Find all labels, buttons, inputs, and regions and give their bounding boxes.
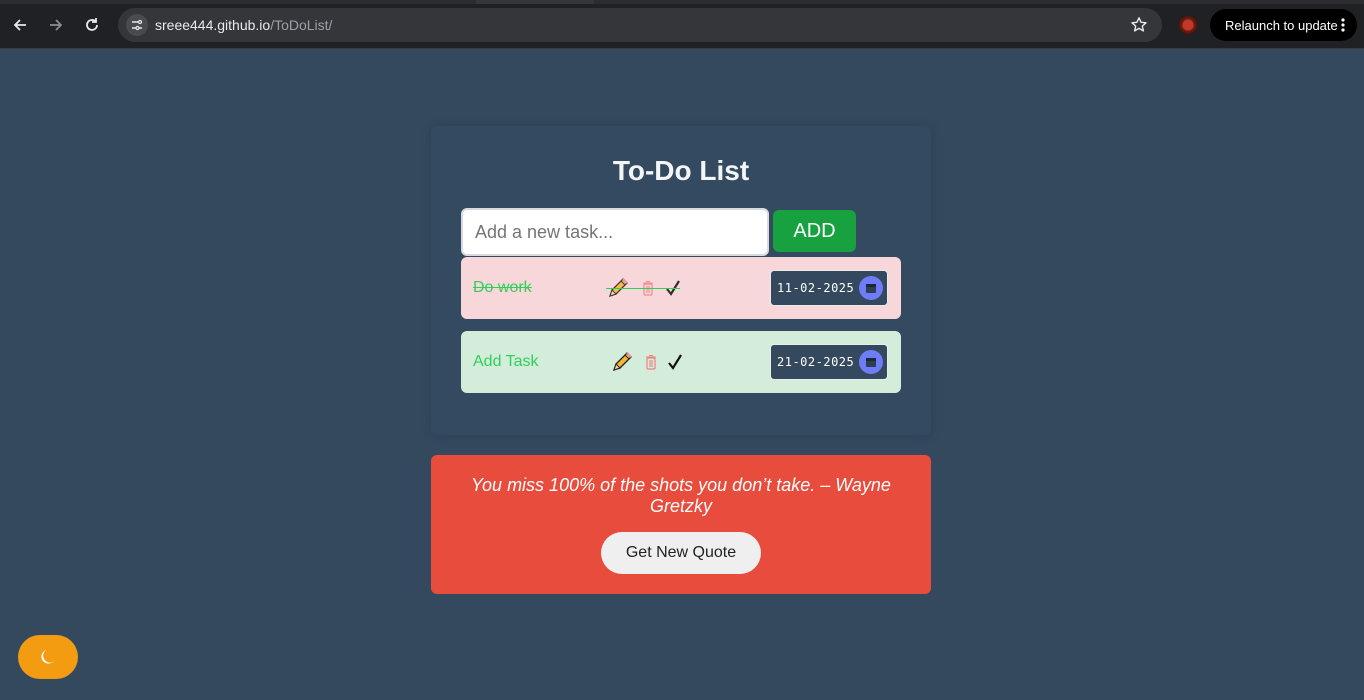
tab-strip: [0, 0, 1364, 4]
site-info-icon: [132, 19, 143, 31]
check-icon: [668, 354, 682, 370]
extension-icon[interactable]: [1178, 15, 1198, 35]
url-text: sreee444.github.io/ToDoList/: [155, 17, 332, 33]
task-item-completed[interactable]: Do work 11-02-2025: [461, 257, 901, 319]
url-path: /ToDoList/: [270, 17, 333, 33]
browser-toolbar: sreee444.github.io/ToDoList/ Relaunch to…: [0, 0, 1364, 49]
url-host: sreee444.github.io: [155, 17, 271, 33]
calendar-icon: [866, 358, 876, 367]
forward-icon: [50, 19, 63, 31]
reload-button[interactable]: [79, 12, 105, 38]
new-quote-button[interactable]: Get New Quote: [601, 532, 761, 574]
back-button[interactable]: [7, 12, 33, 38]
pencil-icon: [612, 352, 632, 372]
site-info-button[interactable]: [126, 14, 148, 36]
forward-button[interactable]: [43, 12, 69, 38]
back-icon: [13, 19, 26, 31]
completed-strikethrough: [606, 288, 680, 289]
theme-toggle-button[interactable]: [18, 635, 78, 679]
date-picker-button[interactable]: [859, 350, 883, 374]
task-text: Add Task: [473, 353, 539, 370]
delete-button[interactable]: [645, 354, 657, 370]
calendar-icon: [866, 284, 876, 293]
more-vert-icon[interactable]: [1341, 18, 1345, 32]
due-date-value: 11-02-2025: [777, 281, 855, 295]
date-picker-button[interactable]: [859, 276, 883, 300]
quote-card: You miss 100% of the shots you don’t tak…: [431, 455, 931, 594]
address-bar[interactable]: sreee444.github.io/ToDoList/: [118, 8, 1162, 42]
due-date-input[interactable]: 11-02-2025: [770, 270, 888, 306]
todo-card: To-Do List ADD Do work 11-02-2025 Add Ta…: [431, 126, 931, 435]
add-task-button[interactable]: ADD: [773, 210, 856, 252]
due-date-value: 21-02-2025: [777, 355, 855, 369]
reload-icon: [86, 18, 98, 31]
page-title: To-Do List: [612, 155, 750, 186]
task-text: Do work: [473, 279, 532, 296]
moon-icon: [41, 650, 55, 664]
complete-button[interactable]: [667, 353, 683, 371]
task-input[interactable]: [461, 208, 769, 256]
edit-button[interactable]: [610, 350, 634, 374]
bookmark-star-icon[interactable]: [1130, 16, 1148, 34]
relaunch-label: Relaunch to update: [1225, 17, 1338, 33]
active-tab-indicator: [476, 0, 594, 4]
trash-icon: [646, 354, 656, 370]
relaunch-button[interactable]: Relaunch to update: [1210, 9, 1357, 41]
quote-text: You miss 100% of the shots you don’t tak…: [471, 475, 891, 516]
task-item-open[interactable]: Add Task 21-02-2025: [461, 331, 901, 393]
due-date-input[interactable]: 21-02-2025: [770, 344, 888, 380]
